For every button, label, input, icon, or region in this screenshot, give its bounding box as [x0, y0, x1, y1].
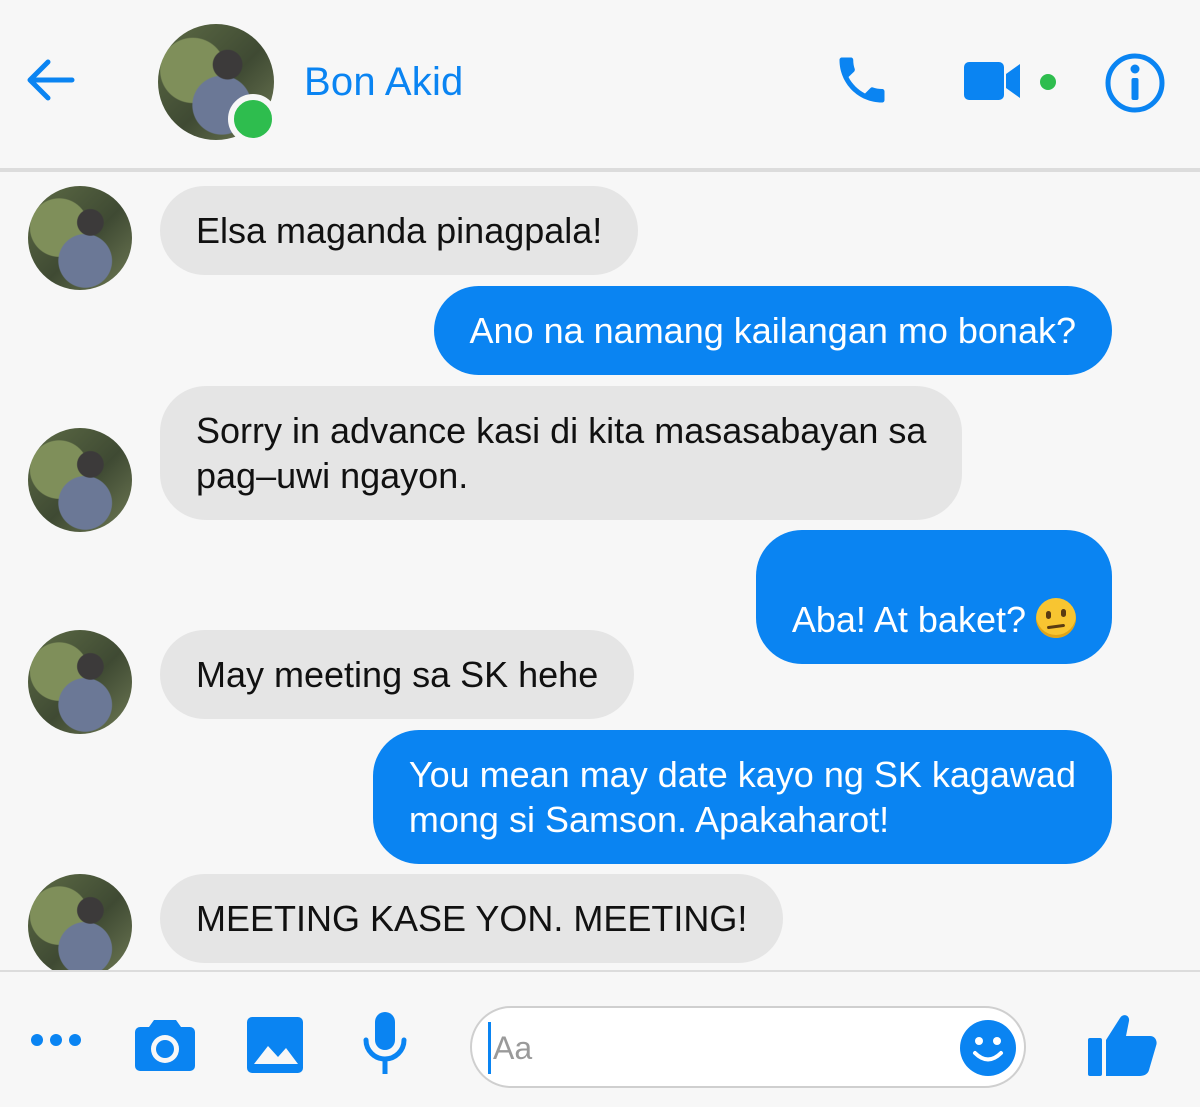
message-thread[interactable]: Elsa maganda pinagpala! Ano na namang ka… — [0, 172, 1200, 978]
smiley-icon[interactable] — [958, 1018, 1018, 1078]
info-icon[interactable] — [1104, 52, 1166, 114]
message-input[interactable] — [488, 1022, 955, 1074]
thumbs-up-icon[interactable] — [1086, 1012, 1158, 1078]
sender-avatar[interactable] — [28, 186, 132, 290]
incoming-message[interactable]: Sorry in advance kasi di kita masasabaya… — [160, 386, 963, 520]
outgoing-message[interactable]: Aba! At baket? — [755, 530, 1112, 664]
online-status-dot — [228, 94, 278, 144]
video-active-dot — [1040, 74, 1056, 90]
sender-avatar[interactable] — [28, 630, 132, 734]
outgoing-message-text: Aba! At baket? — [791, 599, 1026, 640]
sender-avatar[interactable] — [28, 874, 132, 978]
more-icon[interactable] — [30, 1030, 82, 1050]
raised-eyebrow-emoji-icon — [1036, 598, 1076, 638]
incoming-message[interactable]: Elsa maganda pinagpala! — [160, 186, 639, 275]
outgoing-message[interactable]: Ano na namang kailangan mo bonak? — [433, 286, 1112, 375]
message-composer — [0, 970, 1200, 1107]
camera-icon[interactable] — [134, 1016, 196, 1072]
conversation-header: Bon Akid — [0, 0, 1200, 172]
arrow-left-icon[interactable] — [22, 52, 78, 108]
incoming-message[interactable]: MEETING KASE YON. MEETING! — [160, 874, 784, 963]
incoming-message[interactable]: May meeting sa SK hehe — [160, 630, 635, 719]
microphone-icon[interactable] — [360, 1010, 410, 1076]
video-camera-icon[interactable] — [962, 58, 1022, 104]
outgoing-message[interactable]: You mean may date kayo ng SK kagawad mon… — [372, 730, 1112, 864]
sender-avatar[interactable] — [28, 428, 132, 532]
contact-name[interactable]: Bon Akid — [304, 60, 464, 105]
image-icon[interactable] — [246, 1016, 304, 1074]
message-input-box[interactable] — [470, 1006, 1026, 1088]
phone-icon[interactable] — [832, 50, 892, 110]
